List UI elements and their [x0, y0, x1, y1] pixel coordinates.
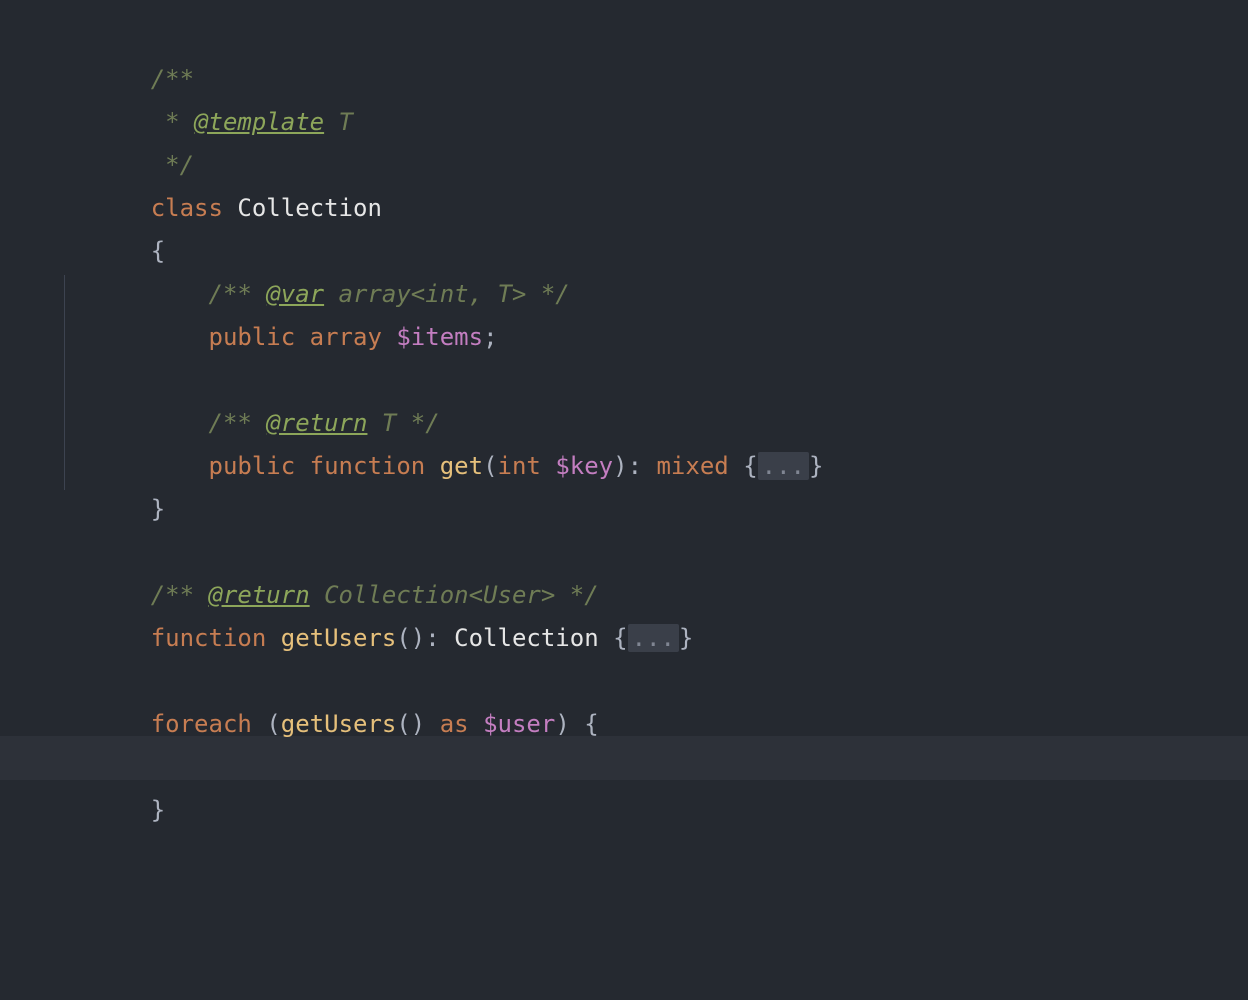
- space: [599, 624, 613, 652]
- open-paren: (: [483, 452, 497, 480]
- collection-type: Collection: [454, 624, 599, 652]
- colon: :: [628, 452, 657, 480]
- user-var: $user: [483, 710, 555, 738]
- close-paren: ): [613, 452, 627, 480]
- function-keyword: function: [151, 624, 267, 652]
- code-line[interactable]: foreach (getUsers() as $user) {: [64, 703, 1248, 746]
- as-keyword: as: [440, 710, 469, 738]
- code-line[interactable]: public array $items;: [64, 316, 1248, 359]
- open-brace: {: [584, 710, 598, 738]
- space: [295, 452, 309, 480]
- close-brace: }: [151, 796, 165, 824]
- getusers-call: getUsers: [281, 710, 397, 738]
- folded-code[interactable]: ...: [758, 452, 809, 480]
- public-keyword: public: [209, 452, 296, 480]
- space: [469, 710, 483, 738]
- space: [223, 194, 237, 222]
- get-function: get: [440, 452, 483, 480]
- code-line[interactable]: * @template T: [64, 101, 1248, 144]
- template-doctag: @template: [194, 108, 324, 136]
- call-parens: (): [396, 710, 425, 738]
- class-name: Collection: [237, 194, 382, 222]
- code-line[interactable]: function getUsers(): Collection {...}: [64, 617, 1248, 660]
- close-paren: ): [555, 710, 569, 738]
- semicolon: ;: [483, 323, 497, 351]
- space: [425, 452, 439, 480]
- code-line[interactable]: }: [64, 789, 1248, 832]
- colon: :: [425, 624, 454, 652]
- mixed-type: mixed: [656, 452, 728, 480]
- space: [382, 323, 396, 351]
- open-brace: {: [613, 624, 627, 652]
- space: [729, 452, 743, 480]
- space: [252, 710, 266, 738]
- docblock-text: T: [324, 108, 353, 136]
- foreach-keyword: foreach: [151, 710, 252, 738]
- code-editor[interactable]: /** * @template T */ class Collection { …: [0, 0, 1248, 832]
- close-brace: }: [151, 495, 165, 523]
- open-paren: (: [266, 710, 280, 738]
- folded-code[interactable]: ...: [628, 624, 679, 652]
- space: [541, 452, 555, 480]
- space: [425, 710, 439, 738]
- space: [295, 323, 309, 351]
- code-line[interactable]: public function get(int $key): mixed {..…: [64, 445, 1248, 488]
- code-line[interactable]: class Collection: [64, 187, 1248, 230]
- int-type: int: [498, 452, 541, 480]
- array-type: array: [310, 323, 382, 351]
- public-keyword: public: [209, 323, 296, 351]
- parens: (): [396, 624, 425, 652]
- items-var: $items: [396, 323, 483, 351]
- close-brace: }: [679, 624, 693, 652]
- space: [570, 710, 584, 738]
- key-var: $key: [555, 452, 613, 480]
- indent: [151, 323, 209, 351]
- close-brace: }: [809, 452, 823, 480]
- function-keyword: function: [310, 452, 426, 480]
- getusers-function: getUsers: [281, 624, 397, 652]
- space: [266, 624, 280, 652]
- open-brace: {: [743, 452, 757, 480]
